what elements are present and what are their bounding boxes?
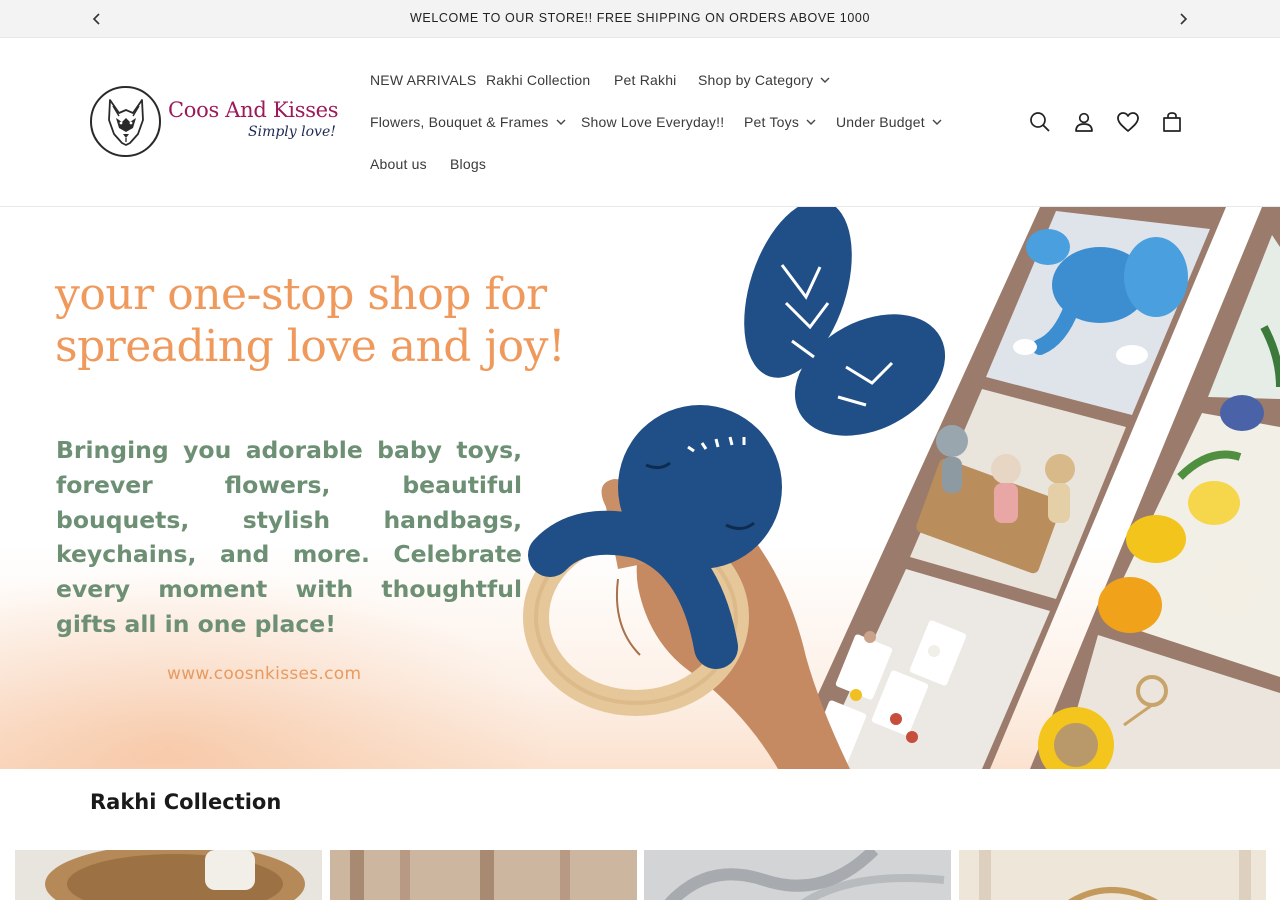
site-logo[interactable]: Coos And Kisses Simply love! <box>90 86 339 158</box>
nav-item-rakhi-collection[interactable]: Rakhi Collection <box>486 72 590 88</box>
site-header: Coos And Kisses Simply love! NEW ARRIVAL… <box>0 39 1280 207</box>
product-image <box>330 850 637 900</box>
nav-item-label: Shop by Category <box>698 72 814 88</box>
wishlist-heart-icon <box>1117 112 1139 132</box>
logo-tagline: Simply love! <box>248 124 336 140</box>
announcement-text: WELCOME TO OUR STORE!! FREE SHIPPING ON … <box>410 11 870 25</box>
nav-item-pet-rakhi[interactable]: Pet Rakhi <box>614 72 677 88</box>
nav-item-pet-toys[interactable]: Pet Toys <box>744 114 816 130</box>
nav-item-shop-by-category[interactable]: Shop by Category <box>698 72 830 88</box>
announcement-bar: WELCOME TO OUR STORE!! FREE SHIPPING ON … <box>0 0 1280 38</box>
nav-item-blogs[interactable]: Blogs <box>450 156 486 172</box>
chevron-down-icon <box>932 117 942 127</box>
logo-brand-name: Coos And Kisses <box>168 98 339 122</box>
nav-item-label: Flowers, Bouquet & Frames <box>370 114 549 130</box>
wishlist-button[interactable] <box>1115 109 1141 135</box>
nav-item-label: Under Budget <box>836 114 925 130</box>
nav-item-new-arrivals[interactable]: NEW ARRIVALS <box>370 72 476 88</box>
announcement-next-button[interactable] <box>1173 9 1193 29</box>
nav-item-about-us[interactable]: About us <box>370 156 427 172</box>
nav-item-label: NEW ARRIVALS <box>370 72 477 88</box>
nav-item-flowers-bouquet-frames[interactable]: Flowers, Bouquet & Frames <box>370 114 566 130</box>
nav-item-label: About us <box>370 156 427 172</box>
hero-product-collage <box>523 207 1280 769</box>
product-image <box>15 850 322 900</box>
nav-item-label: Pet Toys <box>744 114 800 130</box>
section-title-rakhi-collection: Rakhi Collection <box>90 790 282 814</box>
hero-website-url: www.coosnkisses.com <box>167 664 362 684</box>
nav-item-label: Rakhi Collection <box>486 72 591 88</box>
nav-item-show-love-everyday[interactable]: Show Love Everyday!! <box>581 114 724 130</box>
nav-item-label: Pet Rakhi <box>614 72 677 88</box>
chevron-down-icon <box>806 117 816 127</box>
account-icon <box>1075 112 1093 132</box>
product-card[interactable] <box>644 850 951 900</box>
hero-banner[interactable]: your one-stop shop for spreading love an… <box>0 207 1280 769</box>
husky-dog-icon <box>107 98 144 146</box>
product-card[interactable] <box>959 850 1266 900</box>
account-button[interactable] <box>1071 109 1097 135</box>
product-card[interactable] <box>15 850 322 900</box>
product-card[interactable] <box>330 850 637 900</box>
chevron-down-icon <box>556 117 566 127</box>
chevron-right-icon <box>1180 13 1188 25</box>
nav-item-under-budget[interactable]: Under Budget <box>836 114 942 130</box>
product-image <box>644 850 951 900</box>
search-icon <box>1030 112 1050 132</box>
search-button[interactable] <box>1027 109 1053 135</box>
logo-emblem <box>90 86 161 157</box>
nav-item-label: Show Love Everyday!! <box>581 114 725 130</box>
hero-body-text: Bringing you adorable baby toys, forever… <box>56 436 522 638</box>
cart-button[interactable] <box>1159 109 1185 135</box>
product-image <box>959 850 1266 900</box>
nav-item-label: Blogs <box>450 156 487 172</box>
chevron-down-icon <box>820 75 830 85</box>
cart-bag-icon <box>1163 112 1181 132</box>
